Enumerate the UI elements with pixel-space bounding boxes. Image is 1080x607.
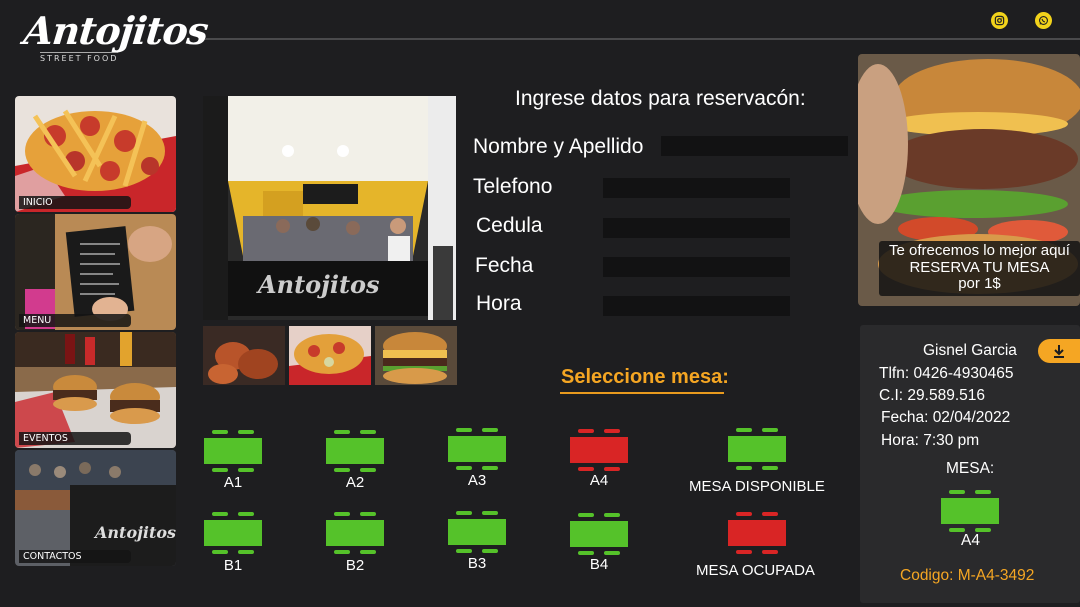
legend-occupied-icon <box>728 512 786 554</box>
restaurant-image: Antojitos <box>15 450 176 566</box>
table-b1[interactable] <box>204 512 262 554</box>
download-button[interactable] <box>1038 339 1080 363</box>
cedula-label: Cedula <box>476 214 543 237</box>
fries-image <box>15 96 176 212</box>
table-label: A3 <box>467 472 487 489</box>
cedula-field[interactable] <box>603 218 790 238</box>
nav-label: INICIO <box>19 196 131 209</box>
summary-code: Codigo: M-A4-3492 <box>900 567 1035 584</box>
svg-text:Antojitos: Antojitos <box>256 270 380 299</box>
table-label: B2 <box>345 557 365 574</box>
table-a3[interactable] <box>448 428 506 470</box>
promo-line-1: Te ofrecemos lo mejor aquí <box>889 242 1070 259</box>
burgers-image <box>15 332 176 448</box>
table-label: A4 <box>589 472 609 489</box>
summary-phone: Tlfn: 0426-4930465 <box>879 365 1014 382</box>
promo-caption: Te ofrecemos lo mejor aquí RESERVA TU ME… <box>879 241 1080 296</box>
name-field[interactable] <box>661 136 848 156</box>
summary-table-id: A4 <box>961 532 980 549</box>
summary-date: Fecha: 02/04/2022 <box>881 409 1011 426</box>
whatsapp-icon[interactable] <box>1035 12 1052 29</box>
table-b3[interactable] <box>448 511 506 553</box>
nav-label: MENU <box>19 314 131 327</box>
summary-table-icon <box>941 490 999 532</box>
brand-name: Antojitos <box>21 8 210 53</box>
fries-thumbnail <box>289 326 371 385</box>
legend-available-label: MESA DISPONIBLE <box>689 478 825 495</box>
brand-logo[interactable]: Antojitos STREET FOOD <box>21 8 210 68</box>
summary-ci: C.I: 29.589.516 <box>879 387 985 404</box>
nav-label: EVENTOS <box>19 432 131 445</box>
restaurant-photo: Antojitos <box>203 96 456 320</box>
date-label: Fecha <box>475 254 534 277</box>
instagram-icon[interactable] <box>991 12 1008 29</box>
brand-tagline: STREET FOOD <box>40 52 119 63</box>
phone-field[interactable] <box>603 178 790 198</box>
form-title: Ingrese datos para reservacón: <box>515 87 806 110</box>
name-label: Nombre y Apellido <box>473 135 644 158</box>
nav-contactos[interactable]: Antojitos CONTACTOS <box>15 450 176 566</box>
table-label: B4 <box>589 556 609 573</box>
table-label: A1 <box>223 474 243 491</box>
phone-label: Telefono <box>473 175 553 198</box>
table-label: A2 <box>345 474 365 491</box>
promo-line-3: por 1$ <box>958 275 1001 292</box>
table-b4[interactable] <box>570 513 628 555</box>
time-field[interactable] <box>603 296 790 316</box>
promo-line-2: RESERVA TU MESA <box>909 258 1050 276</box>
burger-thumbnail <box>375 326 457 385</box>
time-label: Hora <box>476 292 522 315</box>
table-label: B3 <box>467 555 487 572</box>
nav-eventos[interactable]: EVENTOS <box>15 332 176 448</box>
summary-name: Gisnel Garcia <box>923 342 1017 359</box>
download-icon <box>1054 345 1064 358</box>
table-a2[interactable] <box>326 430 384 472</box>
table-a4[interactable] <box>570 429 628 471</box>
menu-image <box>15 214 176 330</box>
svg-text:Antojitos: Antojitos <box>93 523 176 542</box>
nav-inicio[interactable]: INICIO <box>15 96 176 212</box>
wings-thumbnail <box>203 326 285 385</box>
select-table-underline <box>560 392 724 394</box>
legend-available-icon <box>728 428 786 470</box>
table-a1[interactable] <box>204 430 262 472</box>
nav-menu[interactable]: MENU <box>15 214 176 330</box>
summary-table-label: MESA: <box>946 460 995 477</box>
legend-occupied-label: MESA OCUPADA <box>696 562 815 579</box>
nav-label: CONTACTOS <box>19 550 131 563</box>
table-label: B1 <box>223 557 243 574</box>
header-divider <box>205 38 1080 40</box>
summary-time: Hora: 7:30 pm <box>881 432 980 449</box>
table-b2[interactable] <box>326 512 384 554</box>
date-field[interactable] <box>603 257 790 277</box>
select-table-title: Seleccione mesa: <box>561 366 729 388</box>
